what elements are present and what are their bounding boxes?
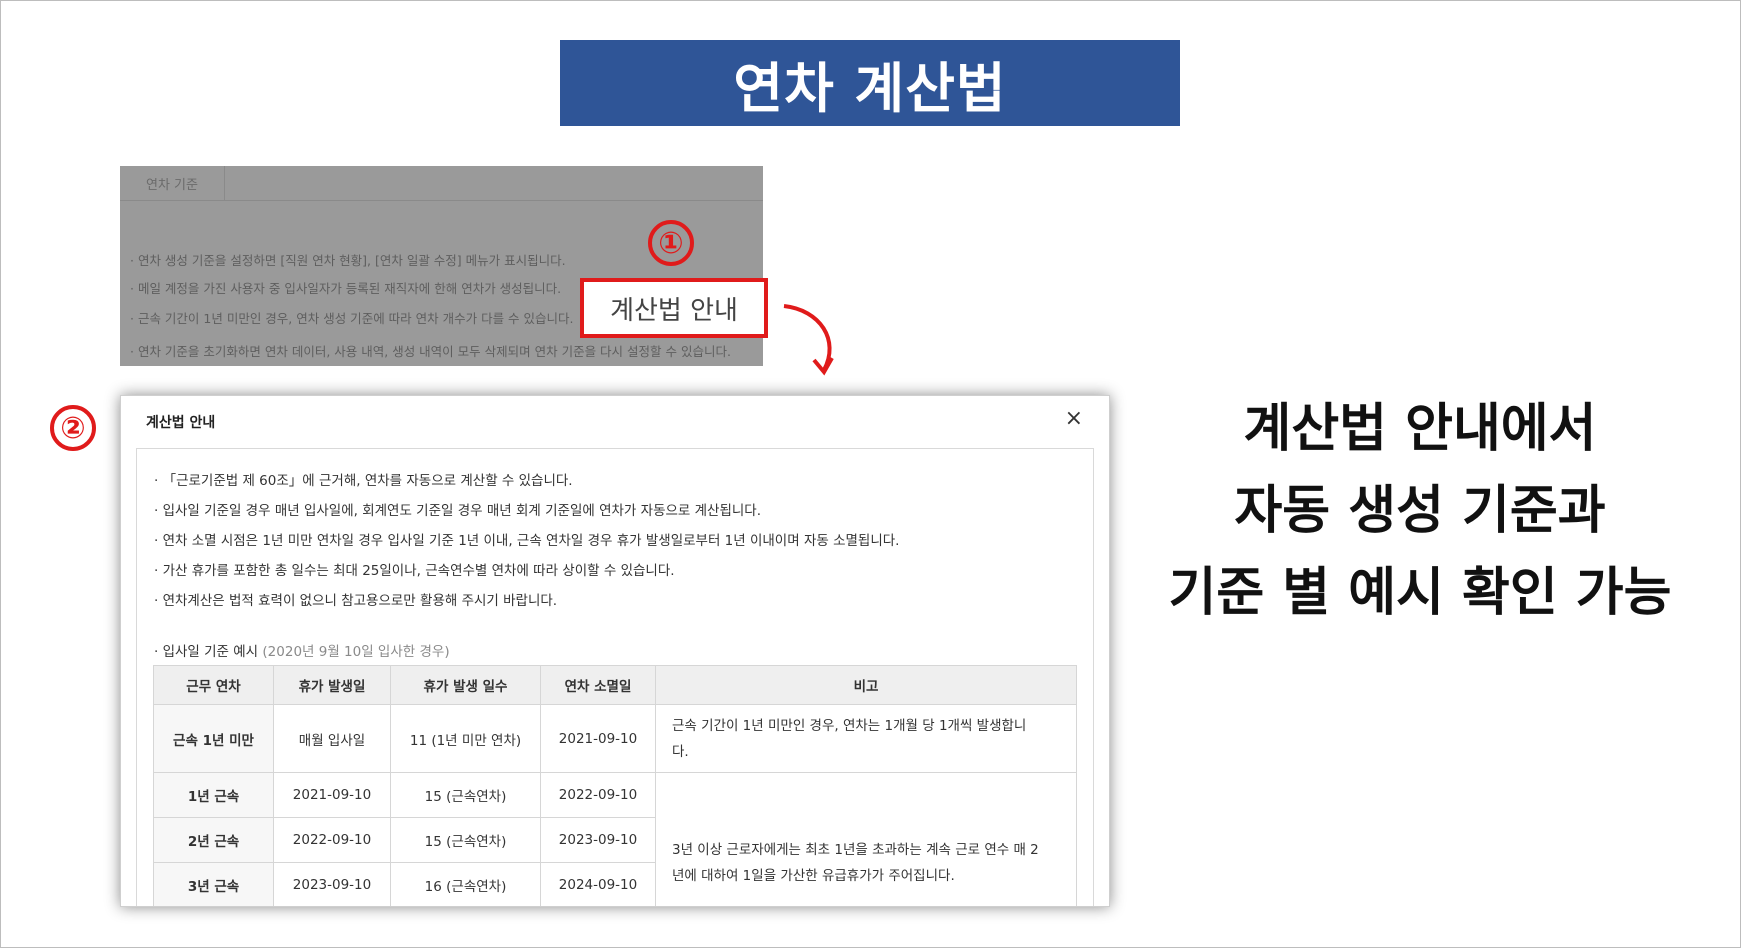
example-label-text: · 입사일 기준 예시 <box>154 644 259 660</box>
settings-note: · 근속 기간이 1년 미만인 경우, 연차 생성 기준에 따라 연차 개수가 … <box>130 311 574 326</box>
table-cell: 2023-09-10 <box>273 862 391 906</box>
column-header: 근무 연차 <box>153 665 274 705</box>
table-cell: 1년 근속 <box>153 772 274 818</box>
table-cell: 2021-09-10 <box>540 704 656 773</box>
table-cell: 16 (근속연차) <box>390 862 541 906</box>
note-line: 근속 기간이 1년 미만인 경우, 연차는 1개월 당 1개씩 발생합니 <box>672 717 1027 734</box>
caption-line: 자동 생성 기준과 <box>1234 481 1606 541</box>
table-header-row: 근무 연차 휴가 발생일 휴가 발생 일수 연차 소멸일 비고 <box>153 665 1077 705</box>
example-label: · 입사일 기준 예시 (2020년 9월 10일 입사한 경우) <box>154 640 450 660</box>
table-note-cell: 근속 기간이 1년 미만인 경우, 연차는 1개월 당 1개씩 발생합니 다. <box>655 704 1077 773</box>
caption-line: 계산법 안내에서 <box>1243 399 1597 459</box>
caption-line: 기준 별 예시 확인 가능 <box>1168 563 1672 623</box>
table-cell: 15 (근속연차) <box>390 817 541 863</box>
settings-note: · 메일 계정을 가진 사용자 중 입사일자가 등록된 재직자에 한해 연차가 … <box>130 281 562 296</box>
calculation-guide-button[interactable]: 계산법 안내 <box>580 278 768 338</box>
slide-title: 연차 계산법 <box>560 40 1180 126</box>
guide-bullet: · 연차계산은 법적 효력이 없으니 참고용으로만 활용해 주시기 바랍니다. <box>154 593 558 609</box>
settings-note: · 연차 생성 기준을 설정하면 [직원 연차 현황], [연차 일괄 수정] … <box>130 253 566 268</box>
guide-bullet: · 가산 휴가를 포함한 총 일수는 최대 25일이나, 근속연수별 연차에 따… <box>154 563 675 579</box>
close-icon[interactable]: × <box>1065 406 1083 431</box>
step-two-marker: ② <box>50 405 96 451</box>
table-cell: 2022-09-10 <box>273 817 391 863</box>
tab-divider <box>224 200 763 201</box>
example-table: 근무 연차 휴가 발생일 휴가 발생 일수 연차 소멸일 비고 근속 1년 미만… <box>153 665 1077 906</box>
table-cell: 매월 입사일 <box>273 704 391 773</box>
table-cell: 11 (1년 미만 연차) <box>390 704 541 773</box>
column-header: 휴가 발생 일수 <box>390 665 541 705</box>
table-cell: 2년 근속 <box>153 817 274 863</box>
table-cell: 2023-09-10 <box>540 817 656 863</box>
column-header: 비고 <box>655 665 1077 705</box>
table-row: 근속 1년 미만 매월 입사일 11 (1년 미만 연차) 2021-09-10… <box>153 704 1077 773</box>
note-line: 3년 이상 근로자에게는 최초 1년을 초과하는 계속 근로 연수 매 2 <box>672 841 1039 858</box>
table-cell: 2024-09-10 <box>540 862 656 906</box>
settings-note: · 연차 기준을 초기화하면 연차 데이터, 사용 내역, 생성 내역이 모두 … <box>130 344 731 359</box>
example-label-sub: (2020년 9월 10일 입사한 경우) <box>262 644 450 660</box>
guide-bullet: · 입사일 기준일 경우 매년 입사일에, 회계연도 기준일 경우 매년 회계 … <box>154 503 762 519</box>
table-cell: 15 (근속연차) <box>390 772 541 818</box>
table-cell: 3년 근속 <box>153 862 274 906</box>
side-caption: 계산법 안내에서 자동 생성 기준과 기준 별 예시 확인 가능 <box>1140 388 1700 634</box>
table-cell: 근속 1년 미만 <box>153 704 274 773</box>
note-line: 다. <box>672 743 689 760</box>
table-cell: 2022-09-10 <box>540 772 656 818</box>
calculation-guide-modal: 계산법 안내 × · 「근로기준법 제 60조」에 근거해, 연차를 자동으로 … <box>120 395 1110 907</box>
note-line: 년에 대하여 1일을 가산한 유급휴가가 주어집니다. <box>672 867 955 884</box>
modal-body: · 「근로기준법 제 60조」에 근거해, 연차를 자동으로 계산할 수 있습니… <box>136 448 1094 906</box>
guide-bullet: · 「근로기준법 제 60조」에 근거해, 연차를 자동으로 계산할 수 있습니… <box>154 473 573 489</box>
table-cell: 2021-09-10 <box>273 772 391 818</box>
column-header: 연차 소멸일 <box>540 665 656 705</box>
step-one-marker: ① <box>648 220 694 266</box>
table-note-cell: 3년 이상 근로자에게는 최초 1년을 초과하는 계속 근로 연수 매 2 년에… <box>655 772 1077 906</box>
tab-annual-leave-standard[interactable]: 연차 기준 <box>120 166 225 201</box>
column-header: 휴가 발생일 <box>273 665 391 705</box>
guide-bullet: · 연차 소멸 시점은 1년 미만 연차일 경우 입사일 기준 1년 이내, 근… <box>154 533 900 549</box>
curved-arrow-icon <box>783 304 834 376</box>
modal-title: 계산법 안내 <box>146 415 216 431</box>
table-row: 1년 근속 2021-09-10 15 (근속연차) 2022-09-10 3년… <box>153 772 1077 906</box>
